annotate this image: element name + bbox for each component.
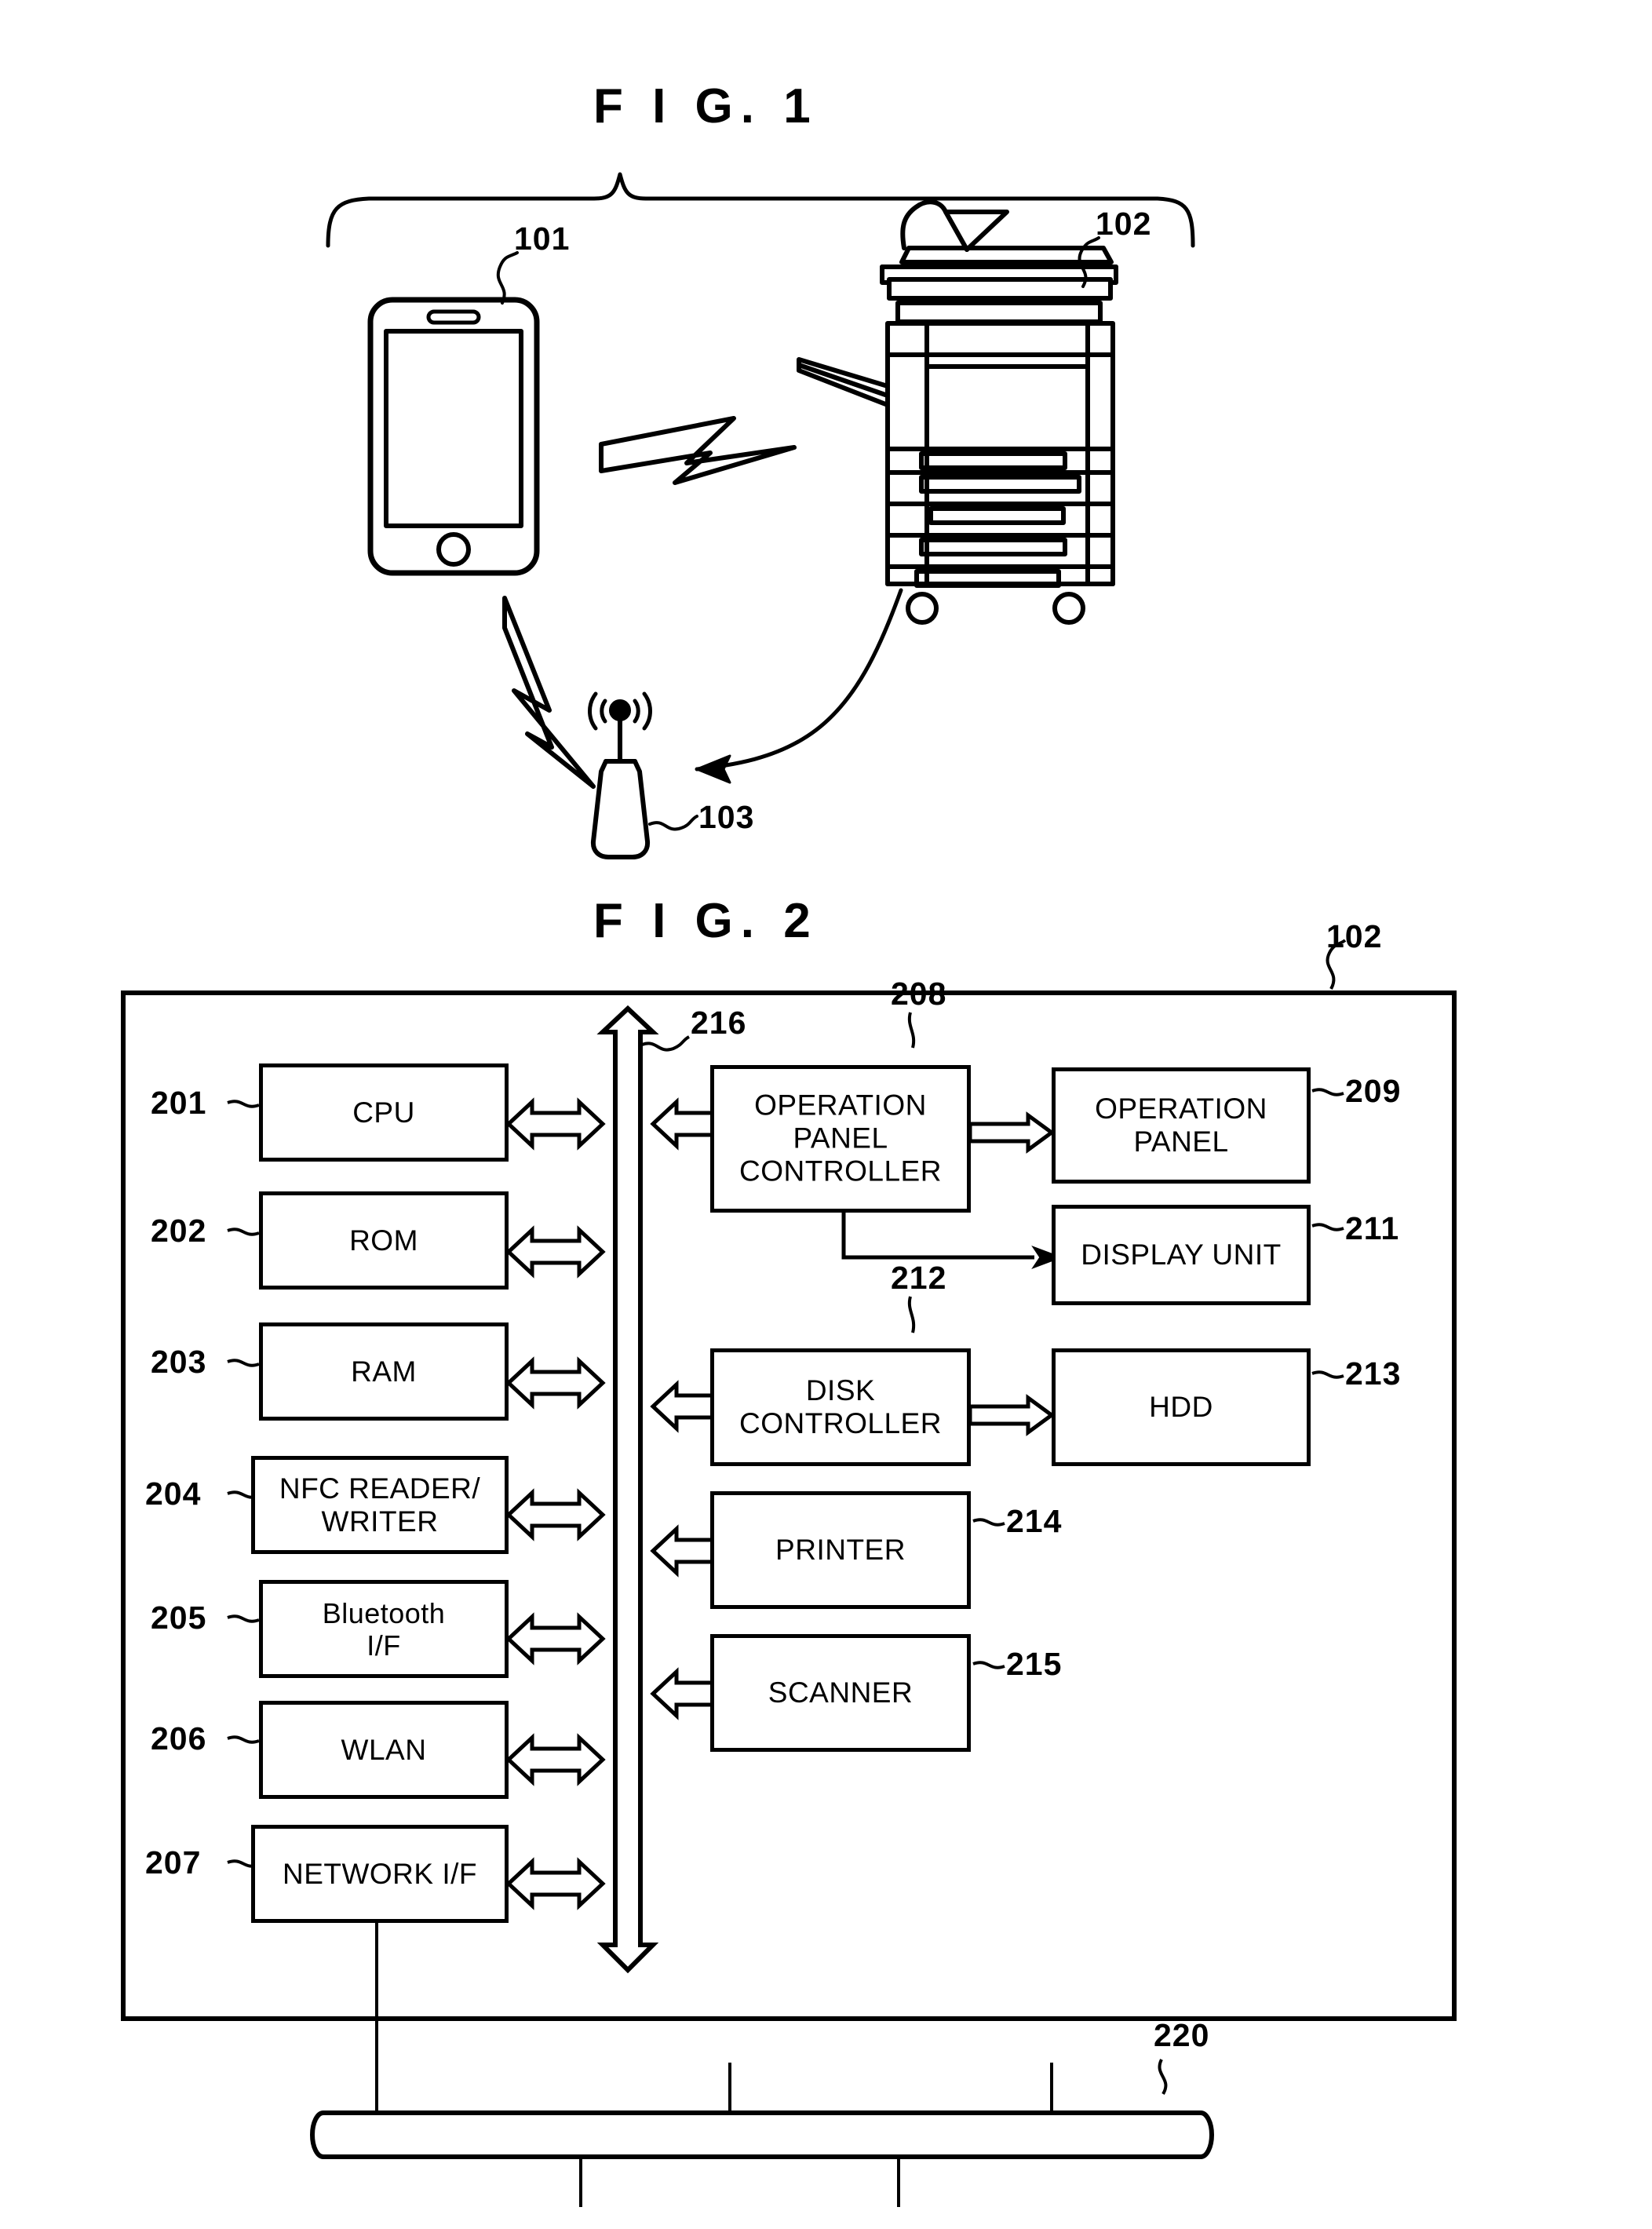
block-label-rom: ROM [349,1224,418,1257]
block-disk-controller[interactable]: DISK CONTROLLER [710,1348,971,1466]
block-label-operation-panel-controller: OPERATION PANEL CONTROLLER [739,1089,942,1188]
ref-215: 215 [1006,1646,1063,1682]
ref-203: 203 [151,1344,207,1380]
ref-207: 207 [145,1844,202,1881]
ref-209: 209 [1345,1073,1402,1109]
block-rom[interactable]: ROM [259,1191,509,1290]
ref-211: 211 [1345,1210,1400,1246]
block-cpu[interactable]: CPU [259,1063,509,1162]
controller-to-display-line [841,1213,1063,1270]
block-label-hdd: HDD [1149,1390,1213,1423]
network-cable [310,2019,1214,2207]
patent-drawing-sheet: F I G. 1 101 102 103 F I G. 2 102 CPU RO… [0,0,1652,2229]
block-wlan[interactable]: WLAN [259,1701,509,1799]
controller-output-arrows [968,1111,1056,1436]
block-nfc-reader-writer[interactable]: NFC READER/ WRITER [251,1456,509,1554]
block-printer[interactable]: PRINTER [710,1491,971,1609]
ref-201: 201 [151,1085,207,1121]
block-network-if[interactable]: NETWORK I/F [251,1825,509,1923]
ref-212: 212 [891,1260,947,1296]
block-label-cpu: CPU [352,1096,415,1129]
block-label-operation-panel: OPERATION PANEL [1095,1092,1267,1158]
block-label-bluetooth-if: Bluetooth I/F [322,1596,446,1662]
block-operation-panel[interactable]: OPERATION PANEL [1052,1067,1311,1184]
block-hdd[interactable]: HDD [1052,1348,1311,1466]
block-label-network-if: NETWORK I/F [282,1857,478,1890]
block-display-unit[interactable]: DISPLAY UNIT [1052,1205,1311,1305]
ref-204: 204 [145,1476,202,1512]
ref-216: 216 [691,1005,747,1041]
block-label-nfc-reader-writer: NFC READER/ WRITER [279,1472,481,1538]
block-label-disk-controller: DISK CONTROLLER [739,1374,942,1439]
block-label-scanner: SCANNER [768,1676,914,1709]
ref-205: 205 [151,1600,207,1636]
block-label-display-unit: DISPLAY UNIT [1081,1238,1282,1271]
block-label-ram: RAM [351,1355,417,1388]
ref-220: 220 [1154,2017,1210,2053]
block-label-printer: PRINTER [775,1533,906,1566]
system-bus [596,1005,659,1974]
block-label-wlan: WLAN [341,1733,427,1766]
bus-arrows-left [505,1097,606,1910]
ref-202: 202 [151,1213,207,1249]
ref-214: 214 [1006,1503,1063,1539]
block-ram[interactable]: RAM [259,1322,509,1421]
ref-206: 206 [151,1720,207,1757]
block-bluetooth-if[interactable]: Bluetooth I/F [259,1580,509,1678]
block-operation-panel-controller[interactable]: OPERATION PANEL CONTROLLER [710,1065,971,1213]
block-scanner[interactable]: SCANNER [710,1634,971,1752]
ref-208: 208 [891,976,947,1012]
ref-213: 213 [1345,1355,1402,1392]
